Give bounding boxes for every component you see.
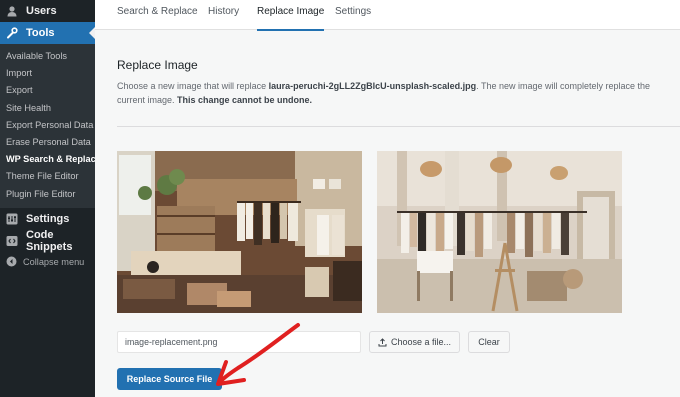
clear-label: Clear: [478, 337, 500, 347]
main-content: Search & Replace History Replace Image S…: [95, 0, 680, 397]
desc-warning: This change cannot be undone.: [177, 95, 313, 105]
original-image-preview: [117, 151, 362, 313]
submenu-import[interactable]: Import: [0, 65, 95, 82]
submenu-plugin-file-editor[interactable]: Plugin File Editor: [0, 186, 95, 203]
submenu-export-personal-data[interactable]: Export Personal Data: [0, 117, 95, 134]
users-icon: [6, 5, 18, 17]
code-icon: [6, 235, 18, 247]
submenu-available-tools[interactable]: Available Tools: [0, 48, 95, 65]
tools-submenu: Available Tools Import Export Site Healt…: [0, 44, 101, 208]
section-divider: [117, 126, 680, 127]
choose-file-label: Choose a file...: [390, 337, 452, 347]
menu-settings[interactable]: Settings: [0, 208, 95, 230]
tab-search-replace[interactable]: Search & Replace: [117, 0, 198, 30]
desc-prefix: Choose a new image that will replace: [117, 81, 269, 91]
collapse-menu[interactable]: Collapse menu: [0, 252, 95, 272]
replacement-image-preview: [377, 151, 622, 313]
replace-source-file-label: Replace Source File: [126, 374, 213, 384]
menu-tools[interactable]: Tools: [0, 22, 95, 44]
menu-tools-label: Tools: [26, 27, 55, 39]
replace-source-file-button[interactable]: Replace Source File: [117, 368, 222, 390]
tab-replace-image[interactable]: Replace Image: [257, 0, 325, 31]
menu-code-snippets[interactable]: Code Snippets: [0, 228, 95, 253]
admin-sidebar: Users Tools Available Tools Import Expor…: [0, 0, 101, 397]
file-name-field[interactable]: image-replacement.png: [117, 331, 361, 353]
menu-users-label: Users: [26, 5, 57, 17]
section-description: Choose a new image that will replace lau…: [117, 79, 677, 107]
menu-users[interactable]: Users: [0, 0, 95, 22]
menu-code-snippets-label: Code Snippets: [26, 228, 73, 253]
submenu-export[interactable]: Export: [0, 82, 95, 99]
clear-button[interactable]: Clear: [468, 331, 510, 353]
wrench-icon: [6, 27, 18, 39]
tab-bar: Search & Replace History Replace Image S…: [95, 0, 680, 31]
tab-history[interactable]: History: [208, 0, 239, 30]
submenu-wp-search-replace[interactable]: WP Search & Replace: [0, 151, 101, 168]
upload-icon: [378, 337, 387, 347]
settings-sliders-icon: [6, 213, 18, 225]
submenu-theme-file-editor[interactable]: Theme File Editor: [0, 168, 95, 185]
submenu-erase-personal-data[interactable]: Erase Personal Data: [0, 134, 95, 151]
collapse-icon: [6, 256, 17, 267]
desc-filename: laura-peruchi-2gLL2ZgBlcU-unsplash-scale…: [268, 81, 477, 91]
choose-file-button[interactable]: Choose a file...: [369, 331, 460, 353]
tab-settings[interactable]: Settings: [335, 0, 371, 30]
menu-settings-label: Settings: [26, 212, 70, 225]
collapse-menu-label: Collapse menu: [23, 256, 85, 267]
submenu-site-health[interactable]: Site Health: [0, 100, 95, 117]
section-title: Replace Image: [117, 58, 198, 72]
